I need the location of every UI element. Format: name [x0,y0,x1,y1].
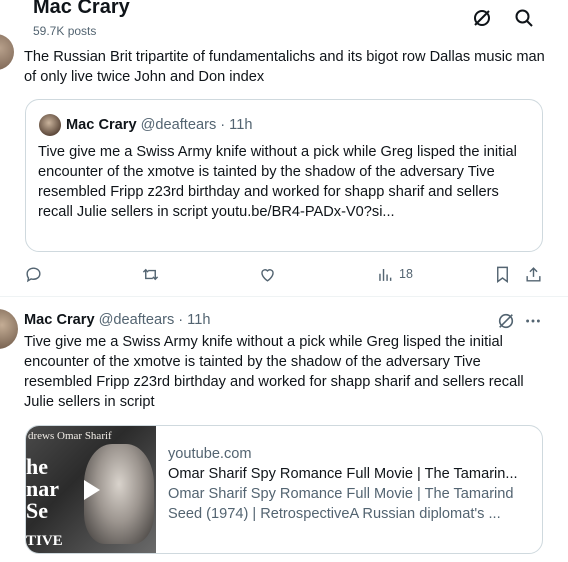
author-handle[interactable]: @deaftears [99,312,175,328]
share-button[interactable] [524,262,543,286]
play-button[interactable] [72,472,108,508]
quoted-tweet[interactable]: Mac Crary @deaftears · 11h Tive give me … [25,99,543,252]
avatar[interactable] [0,309,18,349]
quote-text: Tive give me a Swiss Army knife without … [38,144,517,220]
grok-icon [474,10,490,26]
play-icon [84,480,100,500]
bookmark-icon [497,266,508,283]
grok-icon [498,313,514,329]
link-description: Omar Sharif Spy Romance Full Movie | The… [168,486,514,522]
timestamp: · 11h [220,117,253,133]
search-button[interactable] [512,6,536,30]
author-name: Mac Crary [66,117,137,133]
more-button[interactable] [524,311,542,331]
thumbnail-title-3: Se [26,498,48,523]
thumbnail-title-1: he [26,454,48,479]
like-button[interactable] [258,262,277,286]
search-icon [515,9,533,27]
author-handle: @deaftears [140,117,217,133]
thumbnail-title-4: TIVE [26,533,63,549]
bookmark-button[interactable] [493,262,512,286]
tweet-text: The Russian Brit tripartite of fundament… [24,49,545,85]
views-icon [379,268,392,281]
profile-name: Mac Crary [33,0,130,18]
quote-header: Mac Crary @deaftears · 11h [39,114,252,136]
retweet-button[interactable] [141,262,160,286]
link-title: Omar Sharif Spy Romance Full Movie | The… [168,466,518,482]
profile-header: Mac Crary 59.7K posts [0,0,568,42]
reply-button[interactable] [24,262,43,286]
link-preview-card[interactable]: drews Omar Sharif he nar Se TIVE youtube… [25,425,543,554]
like-icon [261,268,274,282]
share-icon [526,266,541,282]
author-name[interactable]: Mac Crary [24,312,95,328]
more-icon [526,319,540,323]
view-count: 18 [399,267,413,281]
link-domain: youtube.com [168,446,252,462]
divider [0,296,568,297]
avatar [39,114,61,136]
thumbnail-caption: drews Omar Sharif [28,430,112,442]
grok-button[interactable] [497,311,515,331]
views-button[interactable]: 18 [376,262,413,286]
reply-icon [26,266,41,282]
thumbnail-title-2: nar [26,476,59,501]
retweet-icon [142,268,159,280]
grok-button[interactable] [470,6,494,30]
timestamp[interactable]: · 11h [178,312,210,328]
video-thumbnail[interactable]: drews Omar Sharif he nar Se TIVE [26,426,156,553]
post-count: 59.7K posts [33,24,97,38]
tweet-text: Tive give me a Swiss Army knife without … [24,334,524,410]
action-bar: 18 [0,262,568,290]
link-info: youtube.com Omar Sharif Spy Romance Full… [168,444,538,524]
tweet-header: Mac Crary @deaftears · 11h [24,309,210,331]
